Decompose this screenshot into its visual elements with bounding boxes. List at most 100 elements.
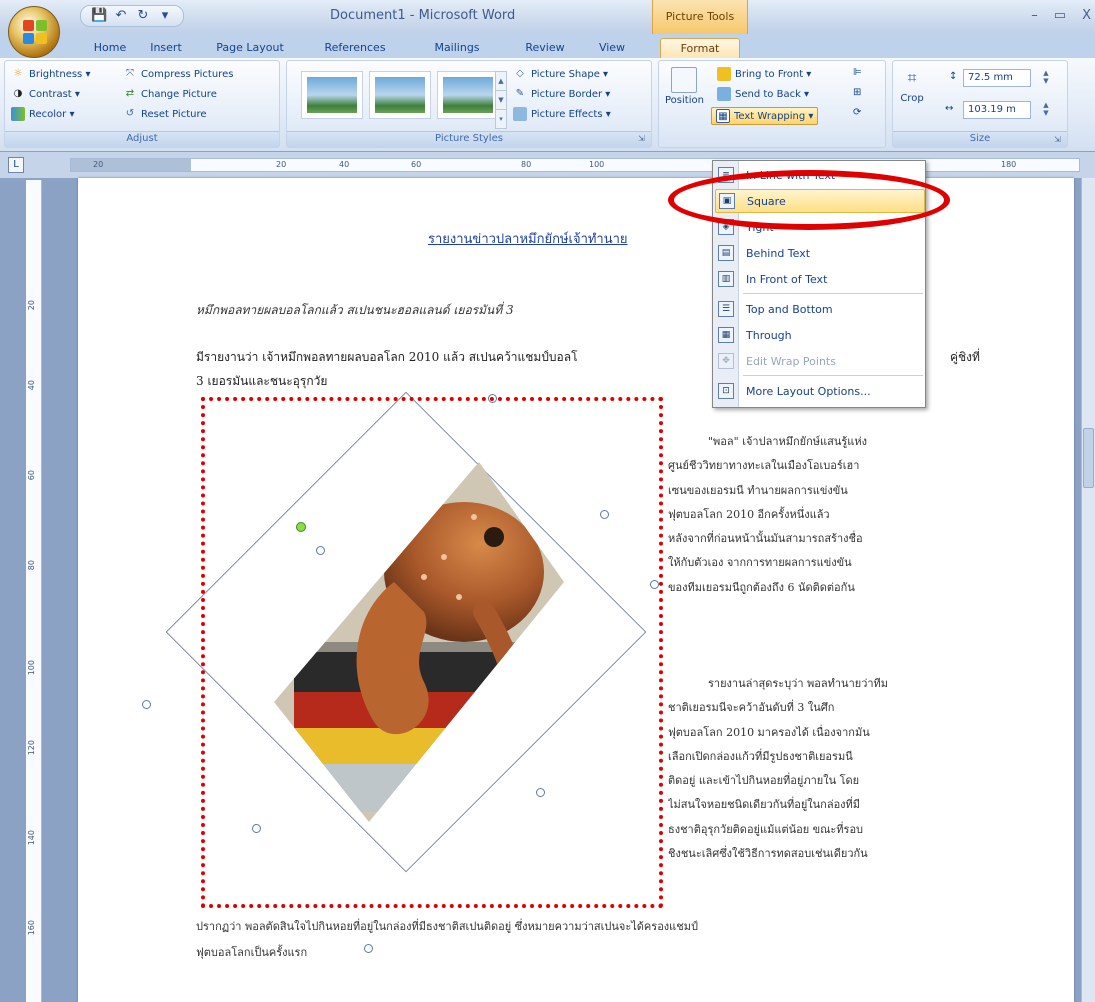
position-button[interactable]: Position (665, 67, 704, 106)
bottom-paragraph-line-2: ฟุตบอลโลกเป็นครั้งแรก (196, 946, 308, 959)
save-icon[interactable]: 💾 (91, 8, 107, 24)
reset-icon: ↺ (125, 108, 135, 119)
tab-selector-button[interactable]: L (8, 157, 24, 173)
vertical-ruler[interactable]: 20 40 60 80 100 120 140 160 (26, 180, 42, 1002)
styles-gallery-scroll[interactable]: ▲ ▼ ▾ (495, 71, 507, 129)
picture-effects-button[interactable]: Picture Effects ▾ (513, 107, 611, 121)
effects-icon (513, 107, 527, 121)
group-icon[interactable]: ⊞ (853, 87, 861, 98)
wrap-through-icon: ▦ (718, 327, 734, 343)
width-input[interactable]: 103.19 m (963, 101, 1031, 119)
tab-format[interactable]: Format (660, 38, 740, 58)
position-icon (671, 67, 698, 93)
window-controls: – ▭ X (1031, 8, 1091, 23)
right-column-paragraph-2: รายงานล่าสุดระบุว่า พอลทำนายว่าทีม ชาติเ… (668, 677, 889, 861)
paragraph-line-2: 3 เยอรมันและชนะอุรุกวัย (196, 374, 328, 388)
gallery-up-icon[interactable]: ▲ (496, 72, 506, 91)
office-button[interactable] (8, 6, 60, 58)
style-thumbnail-1[interactable] (301, 71, 363, 119)
picture-shape-button[interactable]: ◇ Picture Shape ▾ (513, 67, 608, 81)
send-back-icon (717, 87, 731, 101)
size-group-label: Size (893, 131, 1067, 147)
office-logo-icon (23, 20, 47, 44)
scrollbar-thumb[interactable] (1083, 428, 1094, 488)
wrap-top-bottom-icon: ☰ (718, 301, 734, 317)
send-to-back-button[interactable]: Send to Back ▾ (717, 87, 809, 101)
bring-to-front-button[interactable]: Bring to Front ▾ (717, 67, 811, 81)
bring-front-icon (717, 67, 731, 81)
tab-review[interactable]: Review (520, 38, 570, 58)
menu-item-more-layout-options[interactable]: ⊡ More Layout Options... (715, 379, 925, 403)
picture-border-button[interactable]: ✎ Picture Border ▾ (513, 87, 611, 101)
tab-home[interactable]: Home (90, 38, 130, 58)
ribbon-tabs: Home Insert Page Layout References Maili… (0, 34, 1095, 58)
text-wrapping-icon: ▦ (716, 109, 730, 123)
border-pen-icon: ✎ (515, 88, 525, 99)
wrap-behind-icon: ▤ (718, 245, 734, 261)
ribbon: ☼ Brightness ▾ ◑ Contrast ▾ Recolor ▾ ⤧ … (0, 58, 1095, 152)
recolor-icon (11, 107, 25, 121)
change-picture-button[interactable]: ⇄ Change Picture (123, 87, 217, 101)
tab-page-layout[interactable]: Page Layout (214, 38, 286, 58)
compress-icon: ⤧ (126, 68, 134, 79)
arrange-group: Position Bring to Front ▾ Send to Back ▾… (658, 60, 886, 148)
rotate-icon[interactable]: ⟳ (853, 107, 861, 118)
customize-icon[interactable]: ▾ (157, 8, 173, 24)
document-title: รายงานข่าวปลาหมึกยักษ์เจ้าทำนาย (428, 232, 628, 247)
height-icon: ↕ (949, 71, 958, 82)
resize-handle-bottom[interactable] (364, 944, 373, 953)
redo-icon[interactable]: ↻ (135, 8, 151, 24)
shape-icon: ◇ (516, 68, 524, 79)
vertical-scrollbar[interactable] (1081, 178, 1095, 1002)
width-icon: ↔ (945, 103, 954, 114)
picture-styles-group-label: Picture Styles (287, 131, 651, 147)
size-launcher-icon[interactable]: ⇲ (1054, 135, 1064, 145)
tab-mailings[interactable]: Mailings (428, 38, 486, 58)
brightness-icon: ☼ (13, 68, 23, 79)
picture-styles-launcher-icon[interactable]: ⇲ (638, 134, 648, 144)
close-button[interactable]: X (1082, 8, 1091, 23)
maximize-button[interactable]: ▭ (1054, 8, 1066, 23)
resize-handle-left[interactable] (142, 700, 151, 709)
wrap-front-icon: ▥ (718, 271, 734, 287)
text-wrapping-button[interactable]: ▦ Text Wrapping ▾ (711, 107, 819, 125)
tab-references[interactable]: References (320, 38, 390, 58)
align-icon[interactable]: ⊫ (853, 67, 862, 78)
size-group: ⌗ Crop ↕ 72.5 mm ▲ ▼ ↔ 103.19 m ▲ ▼ Size ⇲ (892, 60, 1068, 148)
crop-icon: ⌗ (907, 68, 917, 87)
menu-item-top-and-bottom[interactable]: ☰ Top and Bottom (715, 297, 925, 321)
ruler-row: L 20 20 40 60 80 100 180 (0, 152, 1095, 178)
height-input[interactable]: 72.5 mm (963, 69, 1031, 87)
width-spinner-icon[interactable]: ▲ ▼ (1041, 101, 1051, 119)
annotation-dotted-box (201, 397, 663, 908)
paragraph-line-1: มีรายงานว่า เจ้าหมึกพอลทายผลบอลโลก 2010 … (196, 350, 578, 364)
annotation-red-ellipse (668, 170, 950, 230)
bottom-paragraph-line-1: ปรากฏว่า พอลตัดสินใจไปกินหอยที่อยู่ในกล่… (196, 920, 698, 933)
layout-options-icon: ⊡ (718, 383, 734, 399)
window-title: Document1 - Microsoft Word (330, 8, 516, 23)
brightness-button[interactable]: ☼ Brightness ▾ (11, 67, 91, 81)
reset-picture-button[interactable]: ↺ Reset Picture (123, 107, 207, 121)
tab-view[interactable]: View (590, 38, 634, 58)
minimize-button[interactable]: – (1031, 8, 1038, 23)
menu-item-in-front-of-text[interactable]: ▥ In Front of Text (715, 267, 925, 291)
compress-pictures-button[interactable]: ⤧ Compress Pictures (123, 67, 233, 81)
horizontal-ruler[interactable]: 20 20 40 60 80 100 180 (70, 158, 1080, 172)
crop-button[interactable]: ⌗ Crop (899, 67, 925, 104)
undo-icon[interactable]: ↶ (113, 8, 129, 24)
gallery-down-icon[interactable]: ▼ (496, 91, 506, 110)
adjust-group: ☼ Brightness ▾ ◑ Contrast ▾ Recolor ▾ ⤧ … (4, 60, 280, 148)
edit-wrap-points-icon: ✥ (718, 353, 734, 369)
recolor-button[interactable]: Recolor ▾ (11, 107, 74, 121)
gallery-more-icon[interactable]: ▾ (496, 110, 506, 129)
menu-item-behind-text[interactable]: ▤ Behind Text (715, 241, 925, 265)
style-thumbnail-3[interactable] (437, 71, 499, 119)
quick-access-toolbar: 💾 ↶ ↻ ▾ (80, 5, 184, 27)
contrast-icon: ◑ (13, 88, 23, 99)
menu-item-through[interactable]: ▦ Through (715, 323, 925, 347)
style-thumbnail-2[interactable] (369, 71, 431, 119)
contrast-button[interactable]: ◑ Contrast ▾ (11, 87, 80, 101)
tab-insert[interactable]: Insert (146, 38, 186, 58)
height-spinner-icon[interactable]: ▲ ▼ (1041, 69, 1051, 87)
right-column-paragraph-1: "พอล" เจ้าปลาหมึกยักษ์แสนรู้แห่ง ศูนย์ชี… (668, 435, 867, 594)
